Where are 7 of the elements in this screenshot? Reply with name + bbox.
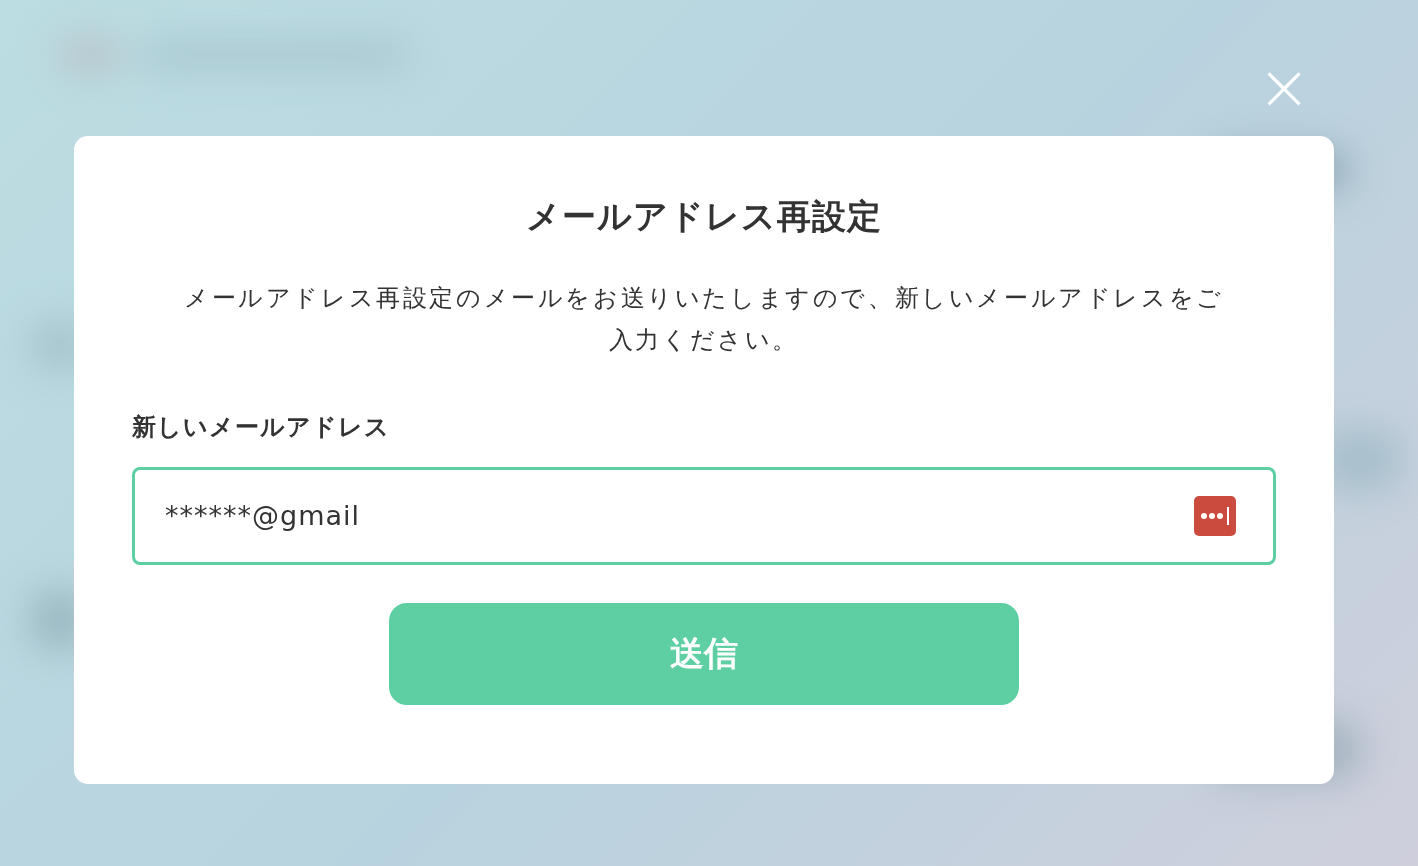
description-text: メールアドレス再設定のメールをお送りいたしますので、新しいメールアドレスをご入力ください。 [183,282,1225,356]
submit-button[interactable]: 送信 [389,602,1019,705]
dialog-title: メールアドレス再設定 [525,196,883,237]
field-label: 新しいメールアドレス [132,411,390,443]
email-field[interactable]: ******@gmail [132,466,1276,565]
close-button[interactable]: × [1256,58,1312,116]
password-manager-icon[interactable] [1194,495,1236,536]
